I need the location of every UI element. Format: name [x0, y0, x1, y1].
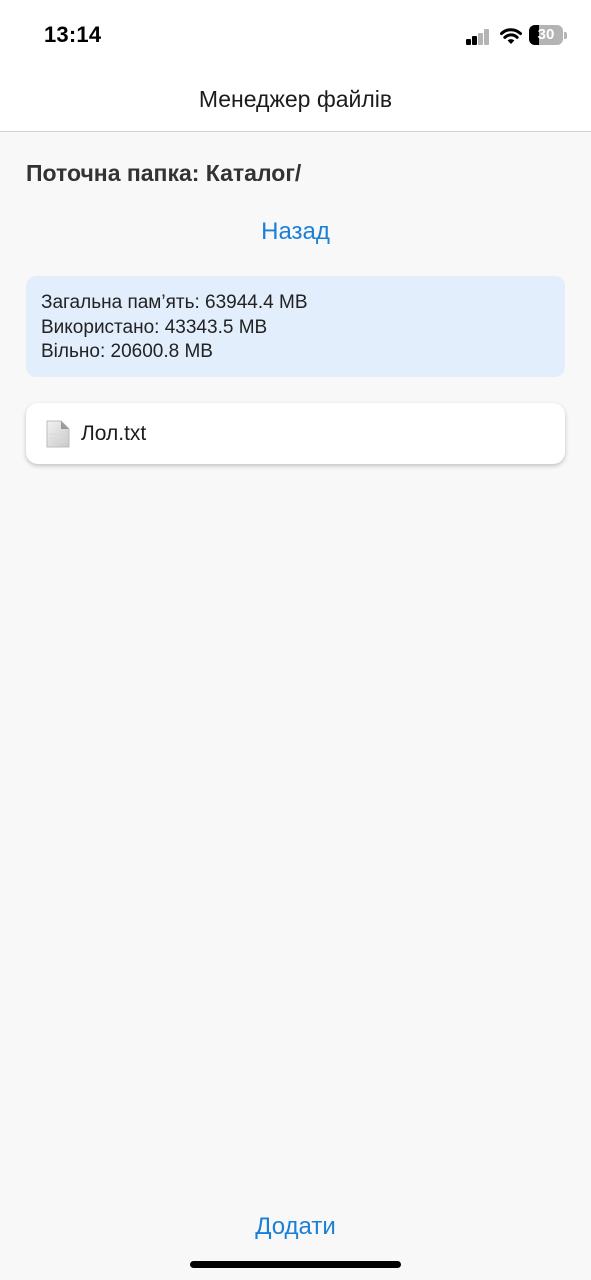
battery-level: 30 [537, 26, 555, 43]
storage-free: Вільно: 20600.8 MB [41, 341, 213, 362]
signal-icon [466, 29, 491, 45]
screen: 13:14 30 Менеджер файлів Поточна папка: … [0, 0, 591, 1280]
battery-icon: 30 [529, 25, 567, 45]
page-title: Менеджер файлів [198, 86, 393, 112]
file-name: Лол.txt [81, 422, 147, 445]
home-indicator[interactable] [190, 1261, 401, 1268]
document-icon [46, 420, 70, 448]
status-time: 13:14 [44, 22, 102, 47]
storage-info-card: Загальна пам’ять: 63944.4 MB Використано… [26, 276, 565, 377]
storage-total: Загальна пам’ять: 63944.4 MB [41, 292, 308, 313]
current-folder-label: Поточна папка: Каталог/ [26, 160, 302, 186]
back-button[interactable]: Назад [0, 218, 591, 246]
wifi-icon [499, 25, 523, 45]
status-bar: 13:14 30 [0, 0, 591, 68]
file-list-item[interactable]: Лол.txt [26, 403, 565, 464]
storage-used: Використано: 43343.5 MB [41, 316, 268, 338]
app-header: Менеджер файлів [0, 68, 591, 132]
add-button[interactable]: Додати [0, 1213, 591, 1241]
